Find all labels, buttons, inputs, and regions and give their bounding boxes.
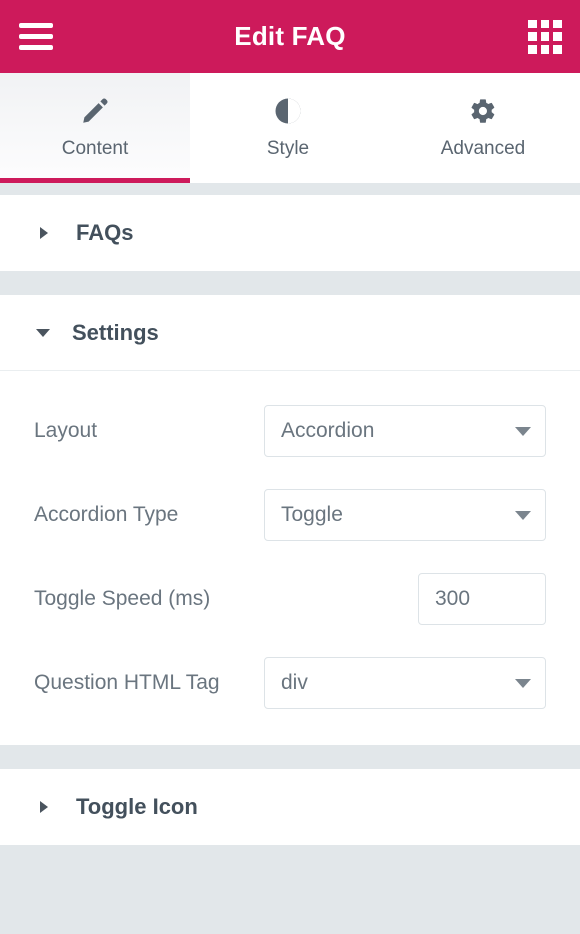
caret-down-icon bbox=[36, 328, 50, 337]
layout-select[interactable]: Accordion bbox=[264, 405, 546, 457]
field-control-question-html-tag: div bbox=[264, 657, 546, 709]
toggle-speed-input[interactable] bbox=[418, 573, 546, 625]
field-label-question-html-tag: Question HTML Tag bbox=[34, 671, 220, 694]
editor-tab-bar: Content Style Advanced bbox=[0, 73, 580, 183]
tab-content[interactable]: Content bbox=[0, 73, 190, 183]
panel-bottom-fill bbox=[0, 845, 580, 934]
grid-cell bbox=[553, 44, 562, 54]
grid-cell bbox=[540, 32, 550, 41]
grid-cell bbox=[540, 19, 550, 29]
field-label-layout: Layout bbox=[34, 419, 98, 442]
gear-icon bbox=[469, 96, 497, 126]
field-label-accordion-type: Accordion Type bbox=[34, 503, 179, 526]
question-html-tag-select-value: div bbox=[281, 671, 308, 694]
tab-style[interactable]: Style bbox=[190, 73, 386, 183]
section-toggle-icon[interactable]: Toggle Icon bbox=[0, 769, 580, 845]
section-divider bbox=[0, 183, 580, 195]
editor-header: Edit FAQ bbox=[0, 0, 580, 73]
grid-cell bbox=[540, 44, 550, 54]
caret-right-icon bbox=[40, 227, 48, 239]
caret-right-icon bbox=[40, 801, 48, 813]
section-faqs-title: FAQs bbox=[76, 220, 134, 245]
tab-advanced[interactable]: Advanced bbox=[386, 73, 580, 183]
grid-cell bbox=[528, 32, 537, 41]
section-settings-title: Settings bbox=[72, 319, 159, 345]
section-divider bbox=[0, 271, 580, 295]
tab-content-label: Content bbox=[61, 138, 129, 159]
accordion-type-select-value: Toggle bbox=[281, 503, 343, 526]
chevron-down-icon bbox=[515, 510, 531, 520]
tab-style-label: Style bbox=[266, 138, 310, 159]
page-title: Edit FAQ bbox=[234, 21, 346, 51]
pencil-icon bbox=[80, 96, 110, 126]
field-control-layout: Accordion bbox=[264, 405, 546, 457]
field-row-layout: Layout Accordion bbox=[0, 389, 580, 473]
chevron-down-icon bbox=[515, 678, 531, 688]
field-row-accordion-type: Accordion Type Toggle bbox=[0, 473, 580, 557]
layout-select-value: Accordion bbox=[281, 419, 375, 442]
field-row-toggle-speed: Toggle Speed (ms) bbox=[0, 557, 580, 641]
chevron-down-icon bbox=[515, 426, 531, 436]
accordion-type-select[interactable]: Toggle bbox=[264, 489, 546, 541]
grid-cell bbox=[528, 19, 537, 29]
field-control-toggle-speed bbox=[418, 573, 546, 625]
tab-advanced-label: Advanced bbox=[440, 138, 526, 159]
contrast-icon bbox=[273, 96, 303, 126]
field-label-toggle-speed: Toggle Speed (ms) bbox=[34, 587, 211, 610]
section-faqs[interactable]: FAQs bbox=[0, 195, 580, 271]
field-control-accordion-type: Toggle bbox=[264, 489, 546, 541]
field-row-question-html-tag: Question HTML Tag div bbox=[0, 641, 580, 725]
grid-cell bbox=[553, 32, 562, 41]
question-html-tag-select[interactable]: div bbox=[264, 657, 546, 709]
settings-panel: Layout Accordion Accordion Type Toggle T… bbox=[0, 371, 580, 745]
faq-widget-editor-panel: Edit FAQ Content Style Advanced FAQs Set… bbox=[0, 0, 580, 934]
section-divider bbox=[0, 745, 580, 769]
grid-apps-icon[interactable] bbox=[528, 19, 562, 54]
grid-cell bbox=[528, 44, 537, 54]
section-toggle-icon-title: Toggle Icon bbox=[76, 794, 198, 819]
section-settings[interactable]: Settings bbox=[0, 295, 580, 371]
grid-cell bbox=[553, 19, 562, 29]
